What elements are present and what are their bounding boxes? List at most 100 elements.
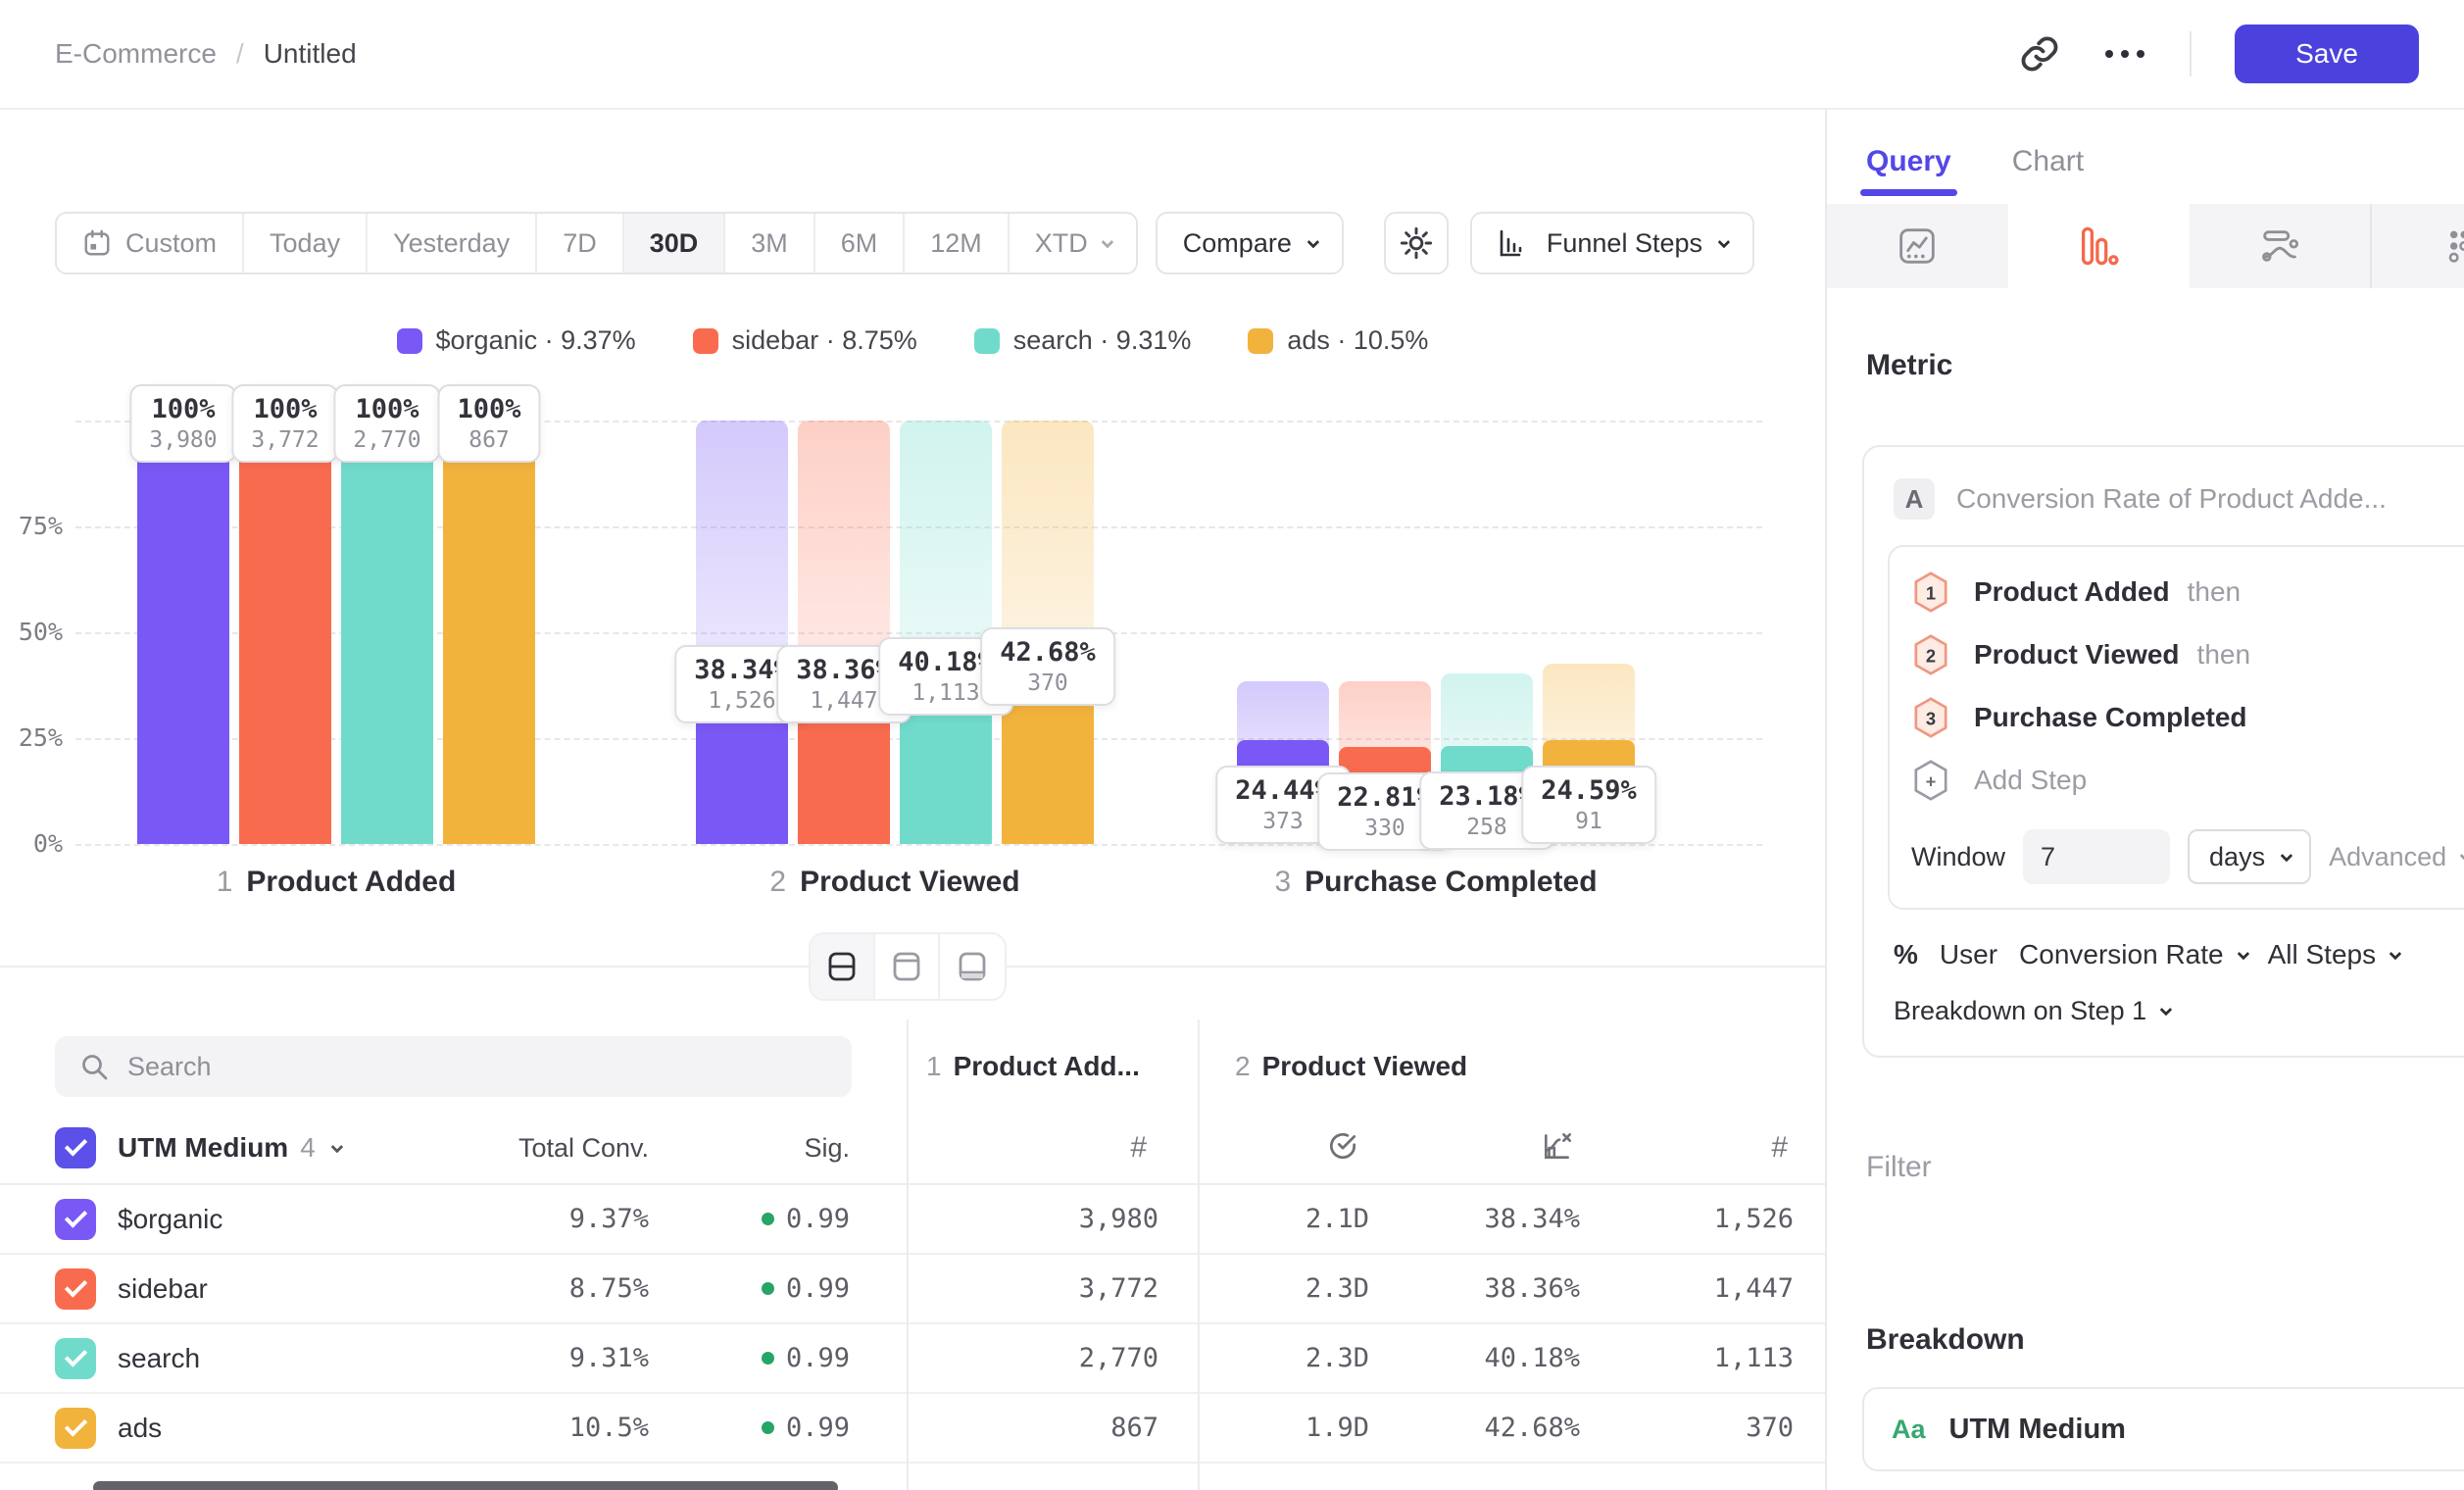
retention-icon — [2442, 225, 2464, 267]
funnel-step-2[interactable]: 2Product Viewedthen — [1911, 623, 2464, 686]
more-menu-button[interactable] — [2103, 48, 2146, 60]
chart-settings-button[interactable] — [1384, 212, 1449, 274]
row-name: $organic — [100, 1204, 345, 1235]
range-6m[interactable]: 6M — [815, 214, 906, 273]
bar-value-label[interactable]: 100%3,772 — [231, 384, 338, 463]
range-today[interactable]: Today — [244, 214, 368, 273]
row-checkbox[interactable] — [55, 1338, 96, 1379]
range-12m[interactable]: 12M — [905, 214, 1010, 273]
split-view-button[interactable] — [811, 934, 875, 999]
select-all-checkbox[interactable] — [55, 1127, 96, 1168]
row-checkbox[interactable] — [55, 1408, 96, 1449]
step2-conv-column-icon[interactable] — [1399, 1129, 1609, 1167]
y-axis-tick: 50% — [0, 618, 63, 646]
table-row-organic[interactable]: $organic9.37%0.993,9802.1D38.34%1,526 — [0, 1185, 1825, 1255]
range-30d[interactable]: 30D — [624, 214, 726, 273]
breakdown-heading: Breakdown — [1866, 1323, 2025, 1357]
advanced-toggle[interactable]: Advanced — [2329, 842, 2464, 872]
breakdown-item[interactable]: Aa UTM Medium — [1862, 1387, 2464, 1471]
search-input[interactable] — [127, 1052, 828, 1082]
funnel-step-1[interactable]: 1Product Addedthen — [1911, 561, 2464, 623]
chart-step-label: 1Product Added — [217, 866, 457, 899]
window-unit-select[interactable]: days — [2188, 829, 2311, 884]
window-value-input[interactable] — [2023, 829, 2170, 884]
table-step1-header: 1Product Add... — [907, 1051, 1198, 1082]
counting-method[interactable]: User — [1940, 939, 1997, 970]
breadcrumb-report-title[interactable]: Untitled — [264, 38, 357, 70]
funnel-step-3[interactable]: 3Purchase Completed — [1911, 686, 2464, 749]
table-search[interactable] — [55, 1036, 852, 1097]
row-name: sidebar — [100, 1273, 345, 1305]
gear-icon — [1399, 225, 1434, 261]
tab-flows[interactable] — [2190, 204, 2371, 288]
sig-dot-icon — [762, 1282, 774, 1295]
chart-only-view-button[interactable] — [875, 934, 940, 999]
legend-item-ads[interactable]: ads · 10.5% — [1248, 325, 1428, 356]
hash-icon: # — [1771, 1131, 1788, 1164]
range-3m[interactable]: 3M — [725, 214, 815, 273]
bar-value-label[interactable]: 24.59%91 — [1521, 766, 1656, 844]
sig-header[interactable]: Sig. — [649, 1133, 850, 1164]
tab-insights[interactable] — [1827, 204, 2008, 288]
save-button[interactable]: Save — [2235, 25, 2419, 83]
metric-title-row[interactable]: A Conversion Rate of Product Adde... — [1888, 472, 2464, 520]
chart-type-selector[interactable]: Funnel Steps — [1470, 212, 1754, 274]
chart-step-label: 3Purchase Completed — [1274, 866, 1597, 899]
ellipsis-icon — [2103, 48, 2146, 60]
step-number-hexagon-icon: 3 — [1911, 696, 1950, 739]
conversion-rate-icon — [1541, 1129, 1574, 1163]
legend-item-organic[interactable]: $organic · 9.37% — [397, 325, 636, 356]
add-step-button[interactable]: +Add Step — [1911, 749, 2464, 812]
table-row-sidebar[interactable]: sidebar8.75%0.993,7722.3D38.36%1,447 — [0, 1255, 1825, 1324]
row-step1-count: 3,980 — [907, 1204, 1198, 1234]
table-column-divider — [907, 1019, 909, 1490]
tab-funnels[interactable] — [2008, 204, 2190, 288]
range-custom[interactable]: Custom — [57, 214, 244, 273]
bar-value-label[interactable]: 100%867 — [437, 384, 540, 463]
range-yesterday[interactable]: Yesterday — [368, 214, 537, 273]
row-checkbox[interactable] — [55, 1268, 96, 1310]
total-conv-header[interactable]: Total Conv. — [345, 1133, 649, 1164]
tab-chart[interactable]: Chart — [2012, 145, 2084, 196]
range-7d[interactable]: 7D — [537, 214, 624, 273]
table-row-search[interactable]: search9.31%0.992,7702.3D40.18%1,113 — [0, 1324, 1825, 1394]
chevron-down-icon — [330, 1140, 343, 1153]
hash-icon: # — [1130, 1131, 1147, 1164]
row-checkbox[interactable] — [55, 1199, 96, 1240]
bar-value-label[interactable]: 100%3,980 — [129, 384, 236, 463]
row-significance: 0.99 — [649, 1413, 850, 1443]
bar-step1-ads[interactable] — [443, 421, 535, 844]
breadcrumb-separator: / — [236, 38, 244, 70]
y-axis-tick: 0% — [0, 829, 63, 858]
breakdown-column-header[interactable]: UTM Medium4 — [100, 1132, 345, 1164]
bar-step1-search[interactable] — [341, 421, 433, 844]
svg-text:1: 1 — [1926, 583, 1936, 604]
string-type-icon: Aa — [1892, 1415, 1926, 1445]
share-link-button[interactable] — [2019, 33, 2060, 74]
funnel-chart-icon — [1498, 227, 1531, 259]
step2-time-column-icon[interactable] — [1198, 1129, 1399, 1167]
legend-item-sidebar[interactable]: sidebar · 8.75% — [693, 325, 917, 356]
bar-value-label[interactable]: 100%2,770 — [333, 384, 440, 463]
bar-value-label[interactable]: 42.68%370 — [980, 627, 1115, 706]
table-row-ads[interactable]: ads10.5%0.998671.9D42.68%370 — [0, 1394, 1825, 1464]
horizontal-scrollbar[interactable] — [93, 1481, 838, 1490]
breakdown-on-step-dropdown[interactable]: Breakdown on Step 1 — [1894, 996, 2464, 1026]
bar-step1-sidebar[interactable] — [239, 421, 331, 844]
steps-scope-dropdown[interactable]: All Steps — [2268, 939, 2399, 970]
row-total-conv: 8.75% — [345, 1273, 649, 1304]
link-icon — [2019, 33, 2060, 74]
table-only-view-button[interactable] — [940, 934, 1005, 999]
row-step1-count: 867 — [907, 1413, 1198, 1443]
compare-button[interactable]: Compare — [1156, 212, 1344, 274]
step1-count-column-icon[interactable]: # — [907, 1131, 1198, 1165]
breadcrumb-project[interactable]: E-Commerce — [55, 38, 217, 70]
tab-retention[interactable] — [2370, 204, 2464, 288]
range-xtd[interactable]: XTD — [1010, 214, 1136, 273]
tab-query[interactable]: Query — [1866, 145, 1951, 196]
step2-count-column-icon[interactable]: # — [1609, 1131, 1825, 1165]
table-column-divider — [1198, 1019, 1200, 1490]
bar-step1-organic[interactable] — [137, 421, 229, 844]
measure-dropdown[interactable]: Conversion Rate — [2019, 939, 2246, 970]
legend-item-search[interactable]: search · 9.31% — [974, 325, 1192, 356]
